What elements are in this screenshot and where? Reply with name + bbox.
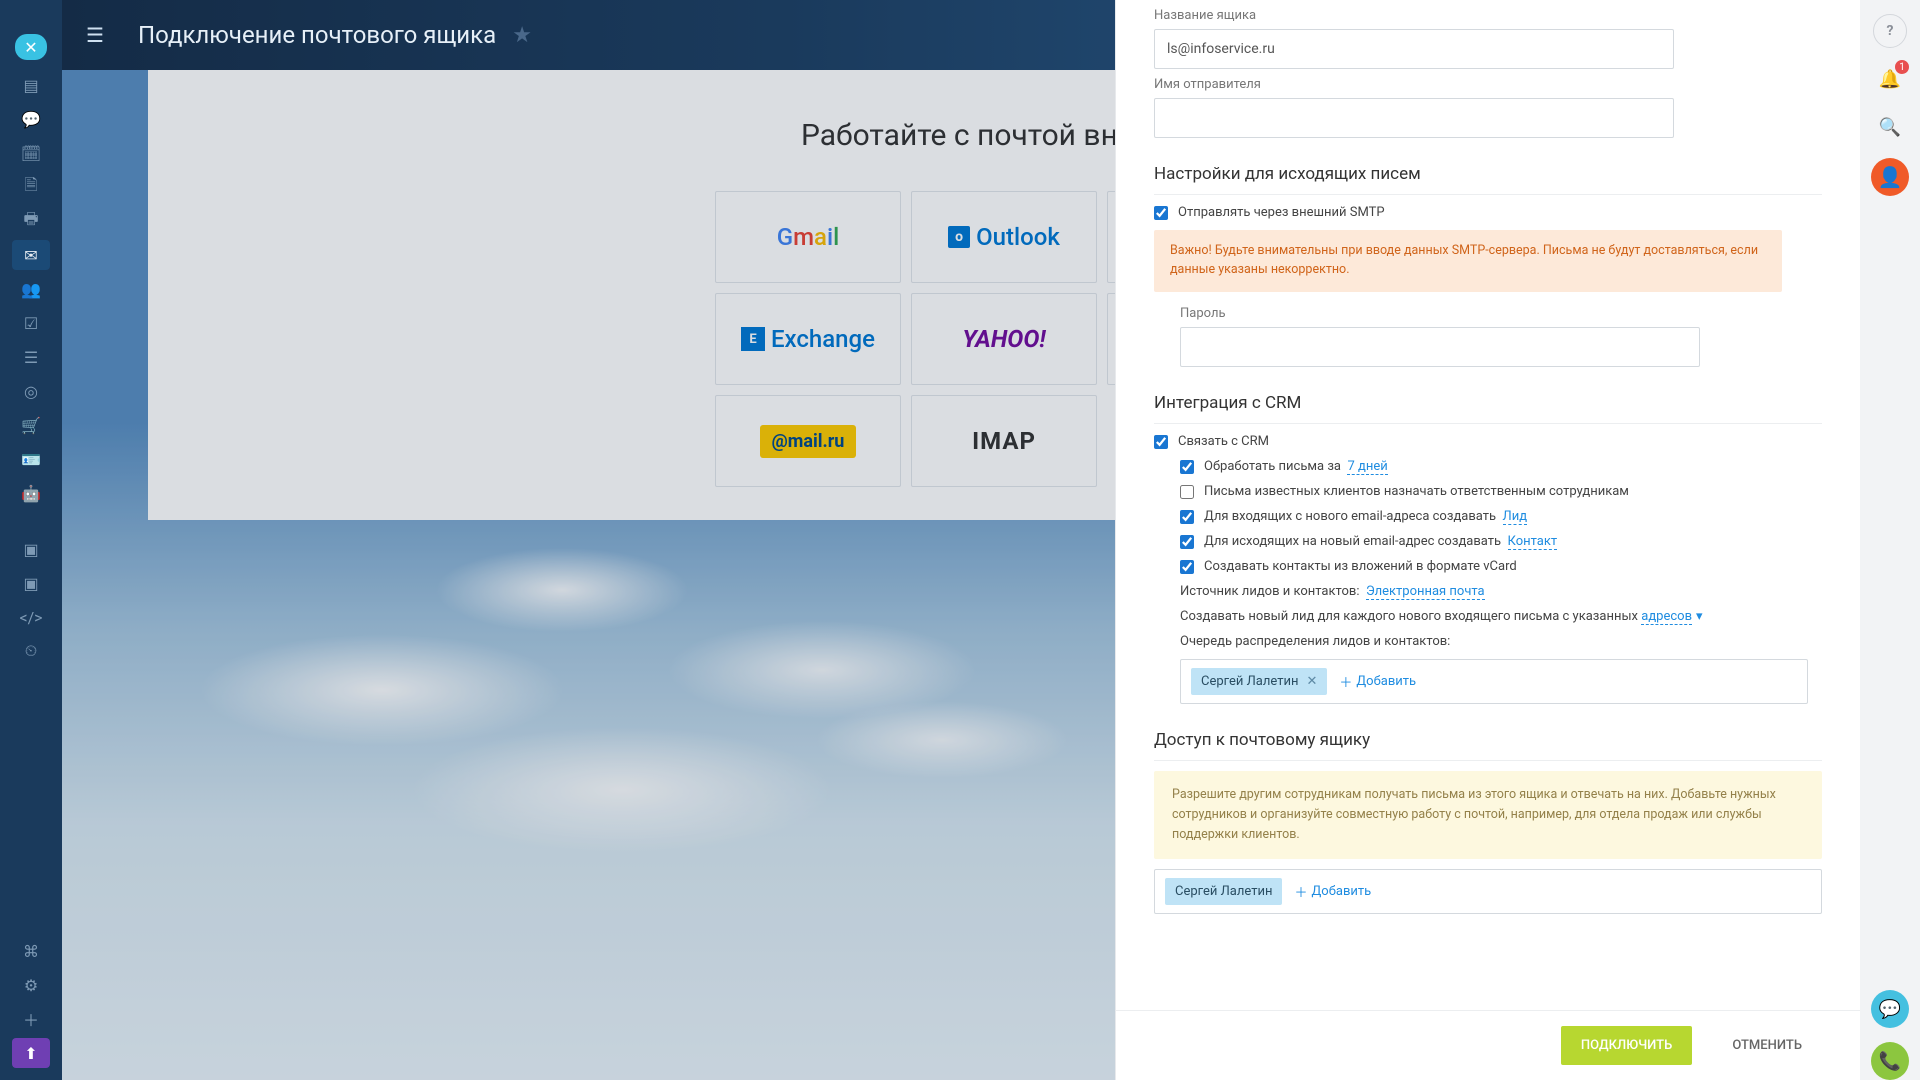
nav-item-marketing[interactable]: ◎ <box>12 376 50 406</box>
connect-button[interactable]: ПОДКЛЮЧИТЬ <box>1561 1026 1692 1065</box>
nav-item-shop[interactable]: 🛒 <box>12 410 50 440</box>
queue-tag-input[interactable]: Сергей Лалетин ✕ ＋Добавить <box>1180 659 1808 704</box>
access-add-button[interactable]: ＋Добавить <box>1294 882 1371 901</box>
vcard-checkbox[interactable] <box>1180 560 1194 574</box>
ext-smtp-label: Отправлять через внешний SMTP <box>1178 205 1385 220</box>
outlook-icon: o <box>948 226 970 248</box>
vcard-label: Создавать контакты из вложений в формате… <box>1204 559 1517 574</box>
chevron-down-icon[interactable]: ▾ <box>1696 609 1703 624</box>
page-title: Подключение почтового ящика <box>138 21 496 49</box>
assign-known-label: Письма известных клиентов назначать отве… <box>1204 484 1629 499</box>
crm-heading: Интеграция с CRM <box>1154 393 1822 424</box>
access-tag-input[interactable]: Сергей Лалетин ＋Добавить <box>1154 869 1822 914</box>
queue-label: Очередь распределения лидов и контактов: <box>1180 634 1822 649</box>
outgoing-heading: Настройки для исходящих писем <box>1154 164 1822 195</box>
mailbox-name-label: Название ящика <box>1154 8 1822 23</box>
provider-exchange[interactable]: EExchange <box>715 293 901 385</box>
sender-name-input[interactable] <box>1154 98 1674 138</box>
panel-scroll[interactable]: Название ящика Имя отправителя Настройки… <box>1116 0 1860 1010</box>
nav-item-settings[interactable]: ⚙ <box>12 970 50 1000</box>
user-avatar[interactable]: 👤 <box>1871 158 1909 196</box>
smtp-warning: Важно! Будьте внимательны при вводе данн… <box>1154 230 1782 292</box>
exchange-icon: E <box>741 327 765 351</box>
help-icon[interactable]: ? <box>1873 14 1907 48</box>
nav-item-add[interactable]: ＋ <box>12 1004 50 1034</box>
password-input[interactable] <box>1180 327 1700 367</box>
queue-user-tag: Сергей Лалетин ✕ <box>1191 668 1327 695</box>
nav-item-feed[interactable]: ▤ <box>12 70 50 100</box>
fab-call[interactable]: 📞 <box>1871 1042 1909 1080</box>
provider-imap[interactable]: IMAP <box>911 395 1097 487</box>
outgoing-new-type-link[interactable]: Контакт <box>1508 534 1558 550</box>
password-label: Пароль <box>1180 306 1822 321</box>
hamburger-icon[interactable]: ☰ <box>86 23 110 47</box>
search-icon[interactable]: 🔍 <box>1873 110 1907 144</box>
nav-item-code[interactable]: </> <box>12 602 50 632</box>
crm-link-label: Связать с CRM <box>1178 434 1269 449</box>
nav-item-groups[interactable]: 👥 <box>12 274 50 304</box>
incoming-new-checkbox[interactable] <box>1180 510 1194 524</box>
access-heading: Доступ к почтовому ящику <box>1154 730 1822 761</box>
notification-badge: 1 <box>1895 60 1909 74</box>
notifications-icon[interactable]: 🔔1 <box>1873 62 1907 96</box>
outgoing-new-checkbox[interactable] <box>1180 535 1194 549</box>
queue-add-button[interactable]: ＋Добавить <box>1339 672 1416 691</box>
panel-footer: ПОДКЛЮЧИТЬ ОТМЕНИТЬ <box>1116 1010 1860 1080</box>
access-info: Разрешите другим сотрудникам получать пи… <box>1154 771 1822 859</box>
provider-yahoo[interactable]: YAHOO! <box>911 293 1097 385</box>
nav-item-drive[interactable]: 🖶 <box>12 206 50 236</box>
mailbox-name-input[interactable] <box>1154 29 1674 69</box>
nav-item-chat[interactable]: 💬 <box>12 104 50 134</box>
nav-item-bot[interactable]: 🤖 <box>12 478 50 508</box>
nav-item-docs[interactable]: 🗎 <box>12 172 50 202</box>
fab-chat[interactable]: 💬 <box>1871 990 1909 1028</box>
nav-item-tasks[interactable]: ☑ <box>12 308 50 338</box>
nav-item-calendar[interactable]: 🗓 <box>12 138 50 168</box>
nav-item-upgrade[interactable]: ⬆ <box>12 1038 50 1068</box>
sidebar-close-pill[interactable]: ✕ <box>15 34 47 60</box>
new-lead-addresses-link[interactable]: адресов <box>1641 609 1692 625</box>
provider-outlook[interactable]: oOutlook <box>911 191 1097 283</box>
lead-source-link[interactable]: Электронная почта <box>1366 584 1485 600</box>
access-user-tag: Сергей Лалетин <box>1165 878 1282 905</box>
nav-item-more-1[interactable]: ▣ <box>12 534 50 564</box>
main-area: ☰ Подключение почтового ящика ★ ✕ Работа… <box>62 0 1860 1080</box>
incoming-new-type-link[interactable]: Лид <box>1503 509 1528 525</box>
process-days-checkbox[interactable] <box>1180 460 1194 474</box>
provider-mailru[interactable]: @mail.ru <box>715 395 901 487</box>
tag-remove-icon[interactable]: ✕ <box>1306 674 1317 689</box>
crm-link-checkbox[interactable] <box>1154 435 1168 449</box>
assign-known-checkbox[interactable] <box>1180 485 1194 499</box>
nav-item-sitemap[interactable]: ⌘ <box>12 936 50 966</box>
cancel-button[interactable]: ОТМЕНИТЬ <box>1712 1026 1822 1065</box>
ext-smtp-checkbox[interactable] <box>1154 206 1168 220</box>
right-rail: ? 🔔1 🔍 👤 💬 📞 <box>1860 0 1920 1080</box>
nav-item-mail[interactable]: ✉ <box>12 240 50 270</box>
nav-item-filter[interactable]: ☰ <box>12 342 50 372</box>
favorite-star-icon[interactable]: ★ <box>512 23 532 48</box>
sender-name-label: Имя отправителя <box>1154 77 1822 92</box>
nav-item-contact[interactable]: 🪪 <box>12 444 50 474</box>
settings-panel: Название ящика Имя отправителя Настройки… <box>1115 0 1860 1080</box>
provider-gmail[interactable]: Gmail <box>715 191 901 283</box>
left-sidebar: ✕ ▤ 💬 🗓 🗎 🖶 ✉ 👥 ☑ ☰ ◎ 🛒 🪪 🤖 ▣ ▣ </> ⏲ ⌘ … <box>0 0 62 1080</box>
process-days-link[interactable]: 7 дней <box>1347 459 1387 475</box>
nav-item-pulse[interactable]: ⏲ <box>12 636 50 666</box>
nav-item-more-2[interactable]: ▣ <box>12 568 50 598</box>
